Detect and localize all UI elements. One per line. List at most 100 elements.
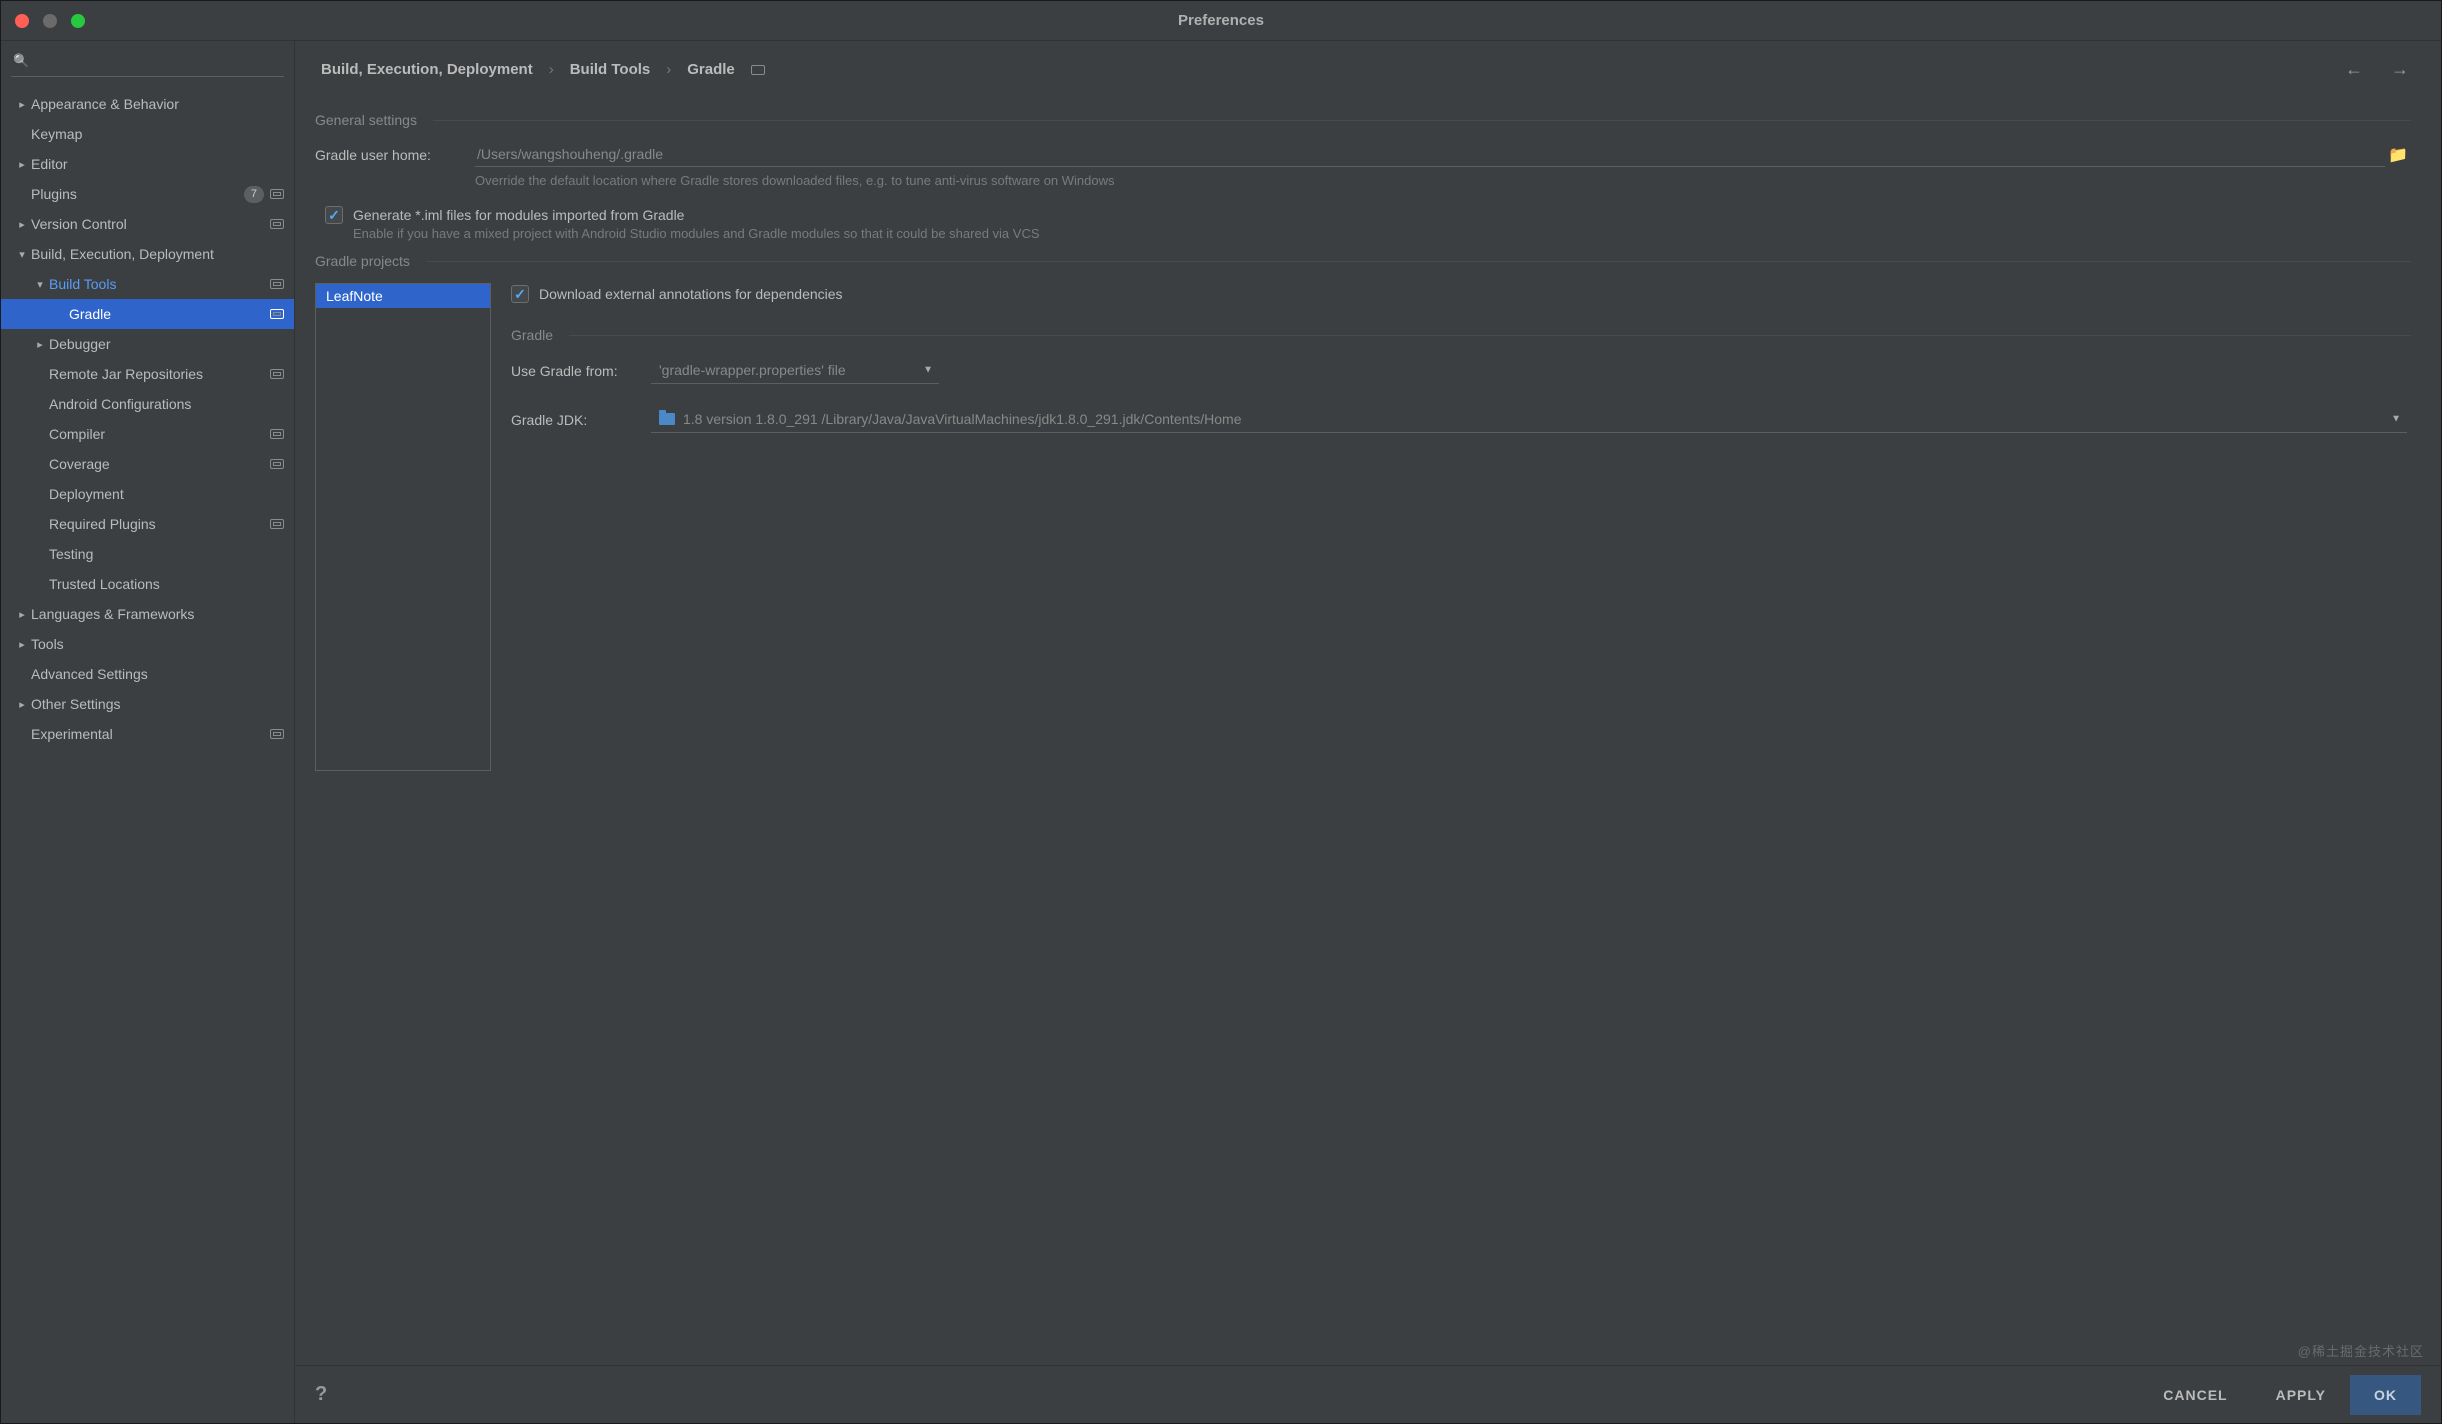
chevron-down-icon: ▼ — [2391, 414, 2401, 425]
gradle-jdk-row: Gradle JDK: 1.8 version 1.8.0_291 /Libra… — [511, 406, 2411, 433]
chevron-down-icon: ▼ — [923, 365, 933, 376]
tree-item-debugger[interactable]: ▸ Debugger — [1, 329, 294, 359]
nav-forward-button[interactable]: → — [2385, 59, 2415, 80]
tree-item-gradle[interactable]: Gradle — [1, 299, 294, 329]
tree-item-testing[interactable]: Testing — [1, 539, 294, 569]
project-scope-icon — [270, 519, 284, 529]
tree-item-tools[interactable]: ▸ Tools — [1, 629, 294, 659]
apply-button[interactable]: APPLY — [2252, 1375, 2350, 1415]
sidebar: ▸ Appearance & Behavior Keymap ▸ Editor … — [1, 41, 295, 1423]
tree-label: Deployment — [49, 486, 284, 502]
tree-label: Coverage — [49, 456, 270, 472]
tree-item-advanced[interactable]: Advanced Settings — [1, 659, 294, 689]
tree-item-other[interactable]: ▸ Other Settings — [1, 689, 294, 719]
tree-label: Remote Jar Repositories — [49, 366, 270, 382]
maximize-window-button[interactable] — [71, 14, 85, 28]
tree-item-android-conf[interactable]: Android Configurations — [1, 389, 294, 419]
tree-label: Plugins — [31, 186, 244, 202]
project-list[interactable]: LeafNote — [315, 283, 491, 771]
tree-item-editor[interactable]: ▸ Editor — [1, 149, 294, 179]
project-scope-icon — [270, 219, 284, 229]
minimize-window-button[interactable] — [43, 14, 57, 28]
gradle-jdk-select[interactable]: 1.8 version 1.8.0_291 /Library/Java/Java… — [651, 406, 2407, 433]
breadcrumbs: Build, Execution, Deployment › Build Too… — [295, 41, 2441, 92]
chevron-right-icon: › — [549, 61, 554, 78]
select-value: 1.8 version 1.8.0_291 /Library/Java/Java… — [683, 411, 1242, 427]
close-window-button[interactable] — [15, 14, 29, 28]
ok-button[interactable]: OK — [2350, 1375, 2421, 1415]
nav-back-button[interactable]: ← — [2339, 59, 2369, 80]
generate-iml-row: Generate *.iml files for modules importe… — [325, 206, 2411, 224]
download-annotations-label: Download external annotations for depend… — [539, 286, 843, 302]
breadcrumb-seg: Build Tools — [570, 61, 651, 78]
tree-item-deployment[interactable]: Deployment — [1, 479, 294, 509]
use-gradle-from-select[interactable]: 'gradle-wrapper.properties' file ▼ — [651, 357, 939, 384]
chevron-right-icon: ▸ — [15, 608, 29, 621]
tree-item-build-tools[interactable]: ▾ Build Tools — [1, 269, 294, 299]
help-button[interactable]: ? — [315, 1383, 327, 1406]
gradle-jdk-label: Gradle JDK: — [511, 412, 651, 428]
tree-item-languages[interactable]: ▸ Languages & Frameworks — [1, 599, 294, 629]
tree-item-remote-jar[interactable]: Remote Jar Repositories — [1, 359, 294, 389]
tree-label: Advanced Settings — [31, 666, 284, 682]
project-scope-icon — [270, 459, 284, 469]
tree-item-experimental[interactable]: Experimental — [1, 719, 294, 749]
window-body: ▸ Appearance & Behavior Keymap ▸ Editor … — [1, 41, 2441, 1423]
tree-label: Android Configurations — [49, 396, 284, 412]
select-value: 'gradle-wrapper.properties' file — [659, 362, 846, 378]
chevron-right-icon: ▸ — [15, 158, 29, 171]
download-annotations-checkbox[interactable] — [511, 285, 529, 303]
generate-iml-checkbox[interactable] — [325, 206, 343, 224]
tree-item-compiler[interactable]: Compiler — [1, 419, 294, 449]
use-gradle-from-label: Use Gradle from: — [511, 363, 651, 379]
tree-label: Editor — [31, 156, 284, 172]
tree-item-coverage[interactable]: Coverage — [1, 449, 294, 479]
gradle-user-home-input[interactable] — [475, 142, 2385, 167]
project-scope-icon — [270, 729, 284, 739]
tree-item-plugins[interactable]: Plugins 7 — [1, 179, 294, 209]
project-list-item[interactable]: LeafNote — [316, 284, 490, 308]
window-traffic-lights — [15, 14, 85, 28]
project-detail: Download external annotations for depend… — [511, 283, 2411, 771]
plugins-badge: 7 — [244, 186, 264, 203]
project-scope-icon — [270, 189, 284, 199]
search-input[interactable] — [11, 51, 284, 77]
settings-tree: ▸ Appearance & Behavior Keymap ▸ Editor … — [1, 85, 294, 1423]
chevron-right-icon: ▸ — [15, 638, 29, 651]
chevron-right-icon: ▸ — [15, 218, 29, 231]
breadcrumb-seg: Build, Execution, Deployment — [321, 61, 533, 78]
tree-label: Testing — [49, 546, 284, 562]
generate-iml-label: Generate *.iml files for modules importe… — [353, 207, 684, 223]
titlebar: Preferences — [1, 1, 2441, 41]
tree-label: Build Tools — [49, 276, 270, 292]
section-title: General settings — [315, 112, 417, 128]
gradle-user-home-label: Gradle user home: — [315, 147, 475, 163]
divider — [433, 120, 2411, 121]
cancel-button[interactable]: CANCEL — [2139, 1375, 2251, 1415]
tree-label: Other Settings — [31, 696, 284, 712]
tree-item-appearance[interactable]: ▸ Appearance & Behavior — [1, 89, 294, 119]
breadcrumb-seg: Gradle — [687, 61, 735, 78]
gradle-user-home-row: Gradle user home: 📁 — [315, 142, 2411, 167]
browse-folder-icon[interactable]: 📁 — [2385, 145, 2411, 165]
tree-label: Gradle — [69, 306, 270, 322]
tree-item-required-plugins[interactable]: Required Plugins — [1, 509, 294, 539]
tree-item-keymap[interactable]: Keymap — [1, 119, 294, 149]
tree-label: Required Plugins — [49, 516, 270, 532]
chevron-right-icon: ▸ — [15, 698, 29, 711]
project-scope-icon — [270, 369, 284, 379]
project-scope-icon — [270, 279, 284, 289]
chevron-down-icon: ▾ — [33, 278, 47, 291]
tree-item-trusted[interactable]: Trusted Locations — [1, 569, 294, 599]
projects-area: LeafNote Download external annotations f… — [315, 283, 2411, 771]
tree-label: Appearance & Behavior — [31, 96, 284, 112]
section-header-projects: Gradle projects — [315, 253, 2411, 269]
tree-label: Tools — [31, 636, 284, 652]
preferences-window: Preferences ▸ Appearance & Behavior Keym… — [0, 0, 2442, 1424]
window-title: Preferences — [1178, 12, 1264, 29]
generate-iml-hint: Enable if you have a mixed project with … — [353, 226, 2411, 241]
use-gradle-from-row: Use Gradle from: 'gradle-wrapper.propert… — [511, 357, 2411, 384]
tree-item-version-control[interactable]: ▸ Version Control — [1, 209, 294, 239]
project-scope-icon — [270, 429, 284, 439]
tree-item-build[interactable]: ▾ Build, Execution, Deployment — [1, 239, 294, 269]
